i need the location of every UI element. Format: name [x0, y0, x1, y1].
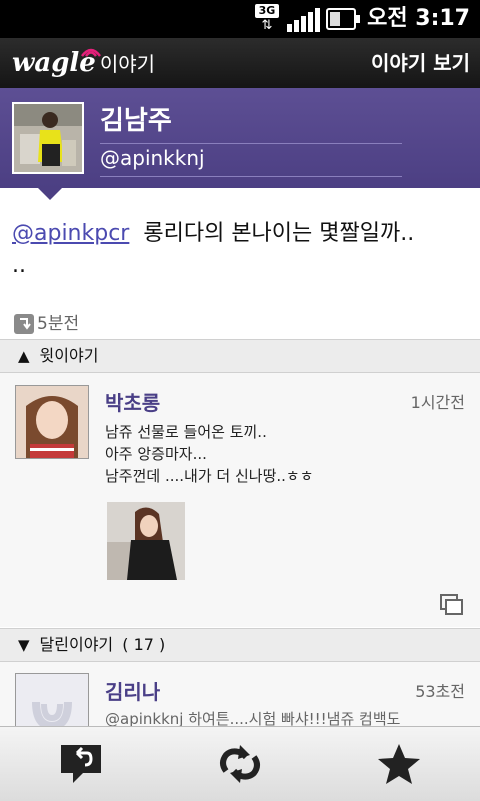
wave-logo-icon: [81, 48, 101, 57]
reply-indicator-icon: [14, 314, 34, 334]
upper-story-label: 윗이야기: [39, 346, 99, 365]
collapse-up-icon: ▲: [18, 347, 30, 365]
avatar[interactable]: [15, 673, 89, 726]
post-avatar-photo: [16, 386, 88, 458]
network-type: 3G: [255, 4, 279, 18]
battery-icon: [326, 8, 360, 30]
replies-label: 달린이야기: [39, 635, 114, 654]
reply-button[interactable]: [57, 741, 105, 787]
post-author[interactable]: 박초롱: [105, 387, 160, 416]
bottom-toolbar: [0, 726, 480, 801]
reply-author[interactable]: 김리나: [105, 676, 160, 705]
collapse-down-icon: ▼: [18, 636, 30, 654]
profile-name[interactable]: 김남주: [100, 100, 402, 144]
upper-story-header[interactable]: ▲ 윗이야기: [0, 339, 480, 373]
post-image: [107, 502, 185, 580]
reply-time: 53초전: [415, 682, 465, 701]
star-icon: [378, 744, 420, 784]
default-avatar-icon: [16, 674, 88, 726]
view-story-button[interactable]: 이야기 보기: [371, 38, 470, 88]
speech-pointer: [38, 188, 62, 200]
replies-header[interactable]: ▼ 달린이야기 ( 17 ): [0, 628, 480, 662]
network-3g-icon: 3G ⇅: [255, 4, 279, 34]
repost-button[interactable]: [216, 741, 264, 787]
post-image-thumbnail[interactable]: [107, 502, 185, 580]
message-body: @apinkpcr 롱리다의 본나이는 몇짤일까.. ..: [12, 218, 468, 282]
reply-text: @apinkknj 하여튼....시험 빠샤!!!냄쥬 컴백도: [105, 710, 401, 726]
profile-header: 김남주 @apinkknj: [0, 88, 480, 188]
mention-link[interactable]: @apinkpcr: [12, 221, 129, 246]
signal-icon: [287, 8, 321, 32]
status-bar: 3G ⇅ 오전 3:17: [0, 0, 480, 38]
logo-sub: 이야기: [99, 52, 156, 76]
avatar[interactable]: [15, 385, 89, 459]
reply-post[interactable]: 김리나 53초전 @apinkknj 하여튼....시험 빠샤!!!냄쥬 컴백도: [0, 662, 480, 726]
clock: 오전 3:17: [367, 6, 470, 31]
profile-photo: [14, 104, 82, 172]
repost-icon: [220, 745, 260, 783]
reply-icon: [61, 745, 101, 783]
message-time-text: 5분전: [37, 314, 80, 334]
gallery-expand-icon[interactable]: [440, 594, 464, 616]
data-arrows-icon: ⇅: [261, 18, 273, 33]
post-time: 1시간전: [410, 393, 465, 412]
upper-post[interactable]: 박초롱 1시간전 남쥬 선물로 들어온 토끼.. 아주 앙증마자... 남주껀데…: [0, 373, 480, 627]
replies-count: ( 17 ): [122, 635, 166, 654]
post-text: 남쥬 선물로 들어온 토끼.. 아주 앙증마자... 남주껀데 ....내가 더…: [105, 423, 314, 485]
app-title-bar: wagle 이야기 이야기 보기: [0, 38, 480, 90]
wagle-logo: wagle 이야기: [12, 44, 155, 82]
message-time: 5분전: [14, 312, 79, 336]
avatar[interactable]: [12, 102, 84, 174]
profile-handle[interactable]: @apinkknj: [100, 146, 402, 177]
favorite-button[interactable]: [375, 741, 423, 787]
